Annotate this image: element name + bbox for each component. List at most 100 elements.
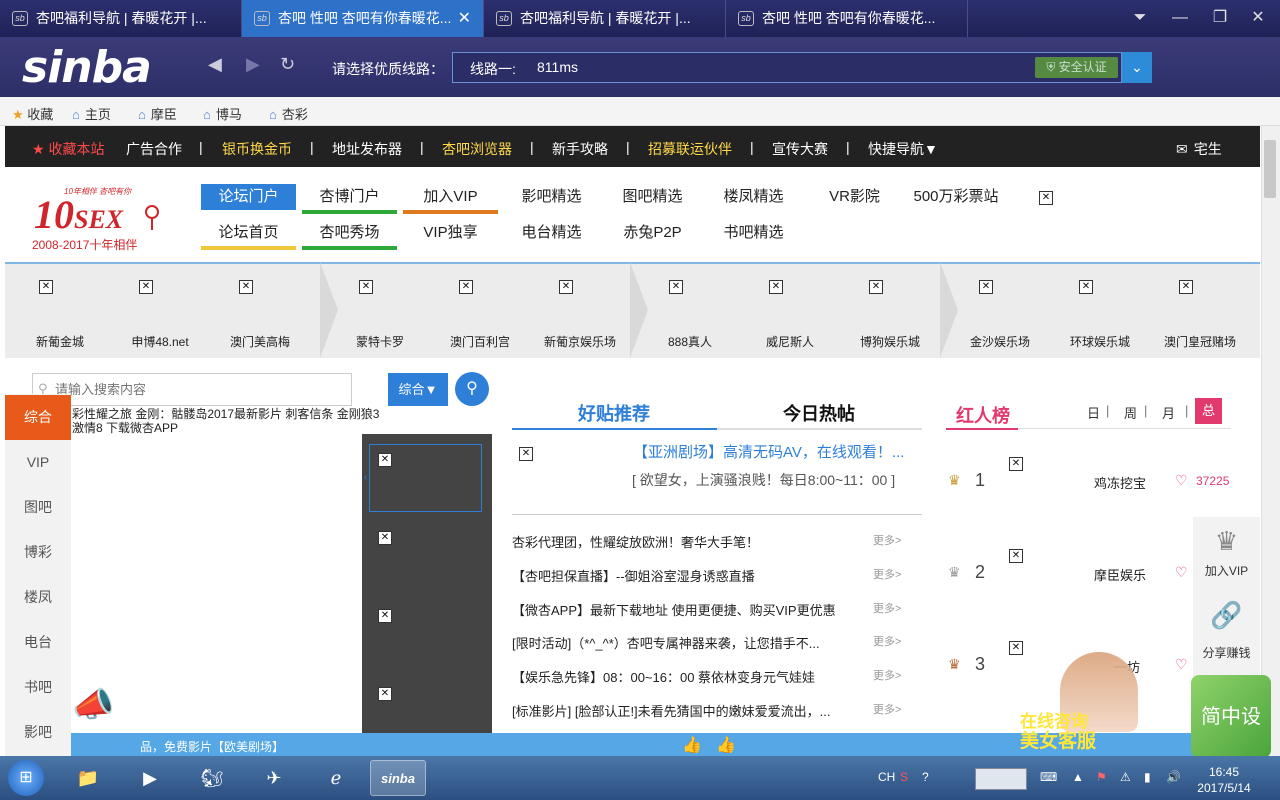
casino-link[interactable]: 威尼斯人 [740,333,840,350]
join-vip-float[interactable]: 加入VIP [1193,562,1260,579]
coin-exchange-link[interactable]: 银币换金币 [222,139,292,159]
heart-icon[interactable]: ♡ [1175,564,1188,581]
back-icon[interactable]: ◀ [208,54,222,75]
nav-book-picks[interactable]: 书吧精选 [706,220,801,246]
news-item[interactable]: [限时活动]（*^_^*）杏吧专属神器来袭，让您措手不... [512,633,862,652]
lang-indicator[interactable]: CH [878,770,895,784]
close-window-icon[interactable]: ✕ [1246,6,1270,30]
nav-vip-exclusive[interactable]: VIP独享 [403,220,498,246]
more-link[interactable]: 更多> [873,701,901,717]
rank-title[interactable]: 红人榜 [956,402,1010,428]
news-item[interactable]: 杏彩代理团，性耀绽放欧洲！奢华大手笔！ [512,532,862,551]
bookmark-site-link[interactable]: ★ 收藏本站 [32,139,104,159]
money-bag-icon[interactable]: 🔗 [1193,600,1260,631]
bookmark-boma[interactable]: ⌂ 博马 [203,104,242,123]
mail-app-icon[interactable]: ✈ [246,760,302,796]
forward-icon[interactable]: ▶ [246,54,260,75]
casino-link[interactable]: 蒙特卡罗 [330,333,430,350]
side-nav-movies[interactable]: 影吧 [5,710,71,755]
help-icon[interactable]: ? [922,770,929,784]
more-link[interactable]: 更多> [873,633,901,649]
casino-link[interactable]: 新葡京娱乐场 [530,333,630,350]
search-input[interactable] [32,373,352,406]
bookmark-mochen[interactable]: ⌂ 摩臣 [138,104,177,123]
side-nav-all[interactable]: 综合 [5,395,71,440]
side-nav-loufeng[interactable]: 楼凤 [5,575,71,620]
news-item[interactable]: [标准影片] [脸部认正!]未看先猜国中的嫩妹爱爱流出，... [512,701,862,720]
bookmark-xingcai[interactable]: ⌂ 杏彩 [269,104,308,123]
casino-link[interactable]: 新葡金城 [10,333,110,350]
more-link[interactable]: 更多> [873,600,901,616]
scrollbar-thumb[interactable] [1264,140,1276,198]
casino-link[interactable]: 博狗娱乐城 [840,333,940,350]
rank-name[interactable]: 摩臣娱乐 [1094,565,1146,584]
rank-period-week[interactable]: 周 [1124,403,1137,422]
hot-tags[interactable]: 彩性耀之旅 金刚：骷髅岛2017最新影片 刺客信条 金刚狼3 激情8 下载微杏A… [72,407,392,435]
casino-link[interactable]: 申博48.net [110,333,210,350]
nav-forum-portal[interactable]: 论坛门户 [201,184,296,210]
side-nav-radio[interactable]: 电台 [5,620,71,665]
ad-cooperation-link[interactable]: 广告合作 [126,139,182,159]
xingba-browser-link[interactable]: 杏吧浏览器 [442,139,512,159]
tray-input-box[interactable] [975,768,1027,790]
tray-expand-icon[interactable]: ▲ [1072,770,1084,784]
newbie-guide-link[interactable]: 新手攻略 [552,139,608,159]
nav-chitu-p2p[interactable]: 赤兔P2P [605,220,700,246]
casino-link[interactable]: 环球娱乐城 [1050,333,1150,350]
tab-close-icon[interactable]: ✕ [458,0,471,37]
bookmark-home[interactable]: ⌂ 主页 [72,104,111,123]
maximize-icon[interactable]: ❐ [1208,6,1232,30]
refresh-icon[interactable]: ↻ [280,54,295,75]
news-item[interactable]: 【微杏APP】最新下载地址 使用更便捷、购买VIP更优惠 [512,600,862,619]
news-item[interactable]: 【娱乐急先锋】08：00~16：00 蔡依林变身元气娃娃 [512,667,862,686]
browser-tab[interactable]: sb 杏吧福利导航 | 春暖花开 |... [484,0,726,37]
sinba-browser-task-icon[interactable]: sinba [370,760,426,796]
rank-name[interactable]: 鸡冻挖宝 [1094,473,1146,492]
network-icon[interactable]: ▮ [1144,770,1151,784]
ime-widget[interactable]: 简中设 [1191,675,1271,758]
address-publisher-link[interactable]: 地址发布器 [332,139,402,159]
user-link[interactable]: ✉ 宅生 [1176,139,1222,159]
thumbs-up-icon[interactable]: 👍 [682,735,702,755]
rank-period-month[interactable]: 月 [1162,403,1175,422]
side-nav-betting[interactable]: 博彩 [5,530,71,575]
marquee-text[interactable]: 品，免费影片【欧美剧场】 [140,738,284,755]
heart-icon[interactable]: ♡ [1175,472,1188,489]
tray-security-icon[interactable]: ⚠ [1120,770,1131,784]
search-icon[interactable]: ⚲ [455,372,489,406]
more-link[interactable]: 更多> [873,532,901,548]
heart-icon[interactable]: ♡ [1175,656,1188,673]
promo-contest-link[interactable]: 宣传大赛 [772,139,828,159]
nav-forum-home[interactable]: 论坛首页 [201,220,296,250]
internet-explorer-icon[interactable]: ℯ [308,760,364,796]
browser-tab[interactable]: sb 杏吧福利导航 | 春暖花开 |... [0,0,242,37]
rank-period-day[interactable]: 日 [1087,403,1100,422]
minimize-icon[interactable]: — [1168,6,1192,30]
uc-browser-icon[interactable]: 🐿 [184,760,240,796]
rank-period-all[interactable]: 总 [1195,398,1222,424]
side-nav-images[interactable]: 图吧 [5,485,71,530]
news-item[interactable]: 【杏吧担保直播】--御姐浴室湿身诱惑直播 [512,566,862,585]
side-nav-vip[interactable]: VIP [5,440,71,485]
side-nav-books[interactable]: 书吧 [5,665,71,710]
tab-list-icon[interactable]: ⏷ [1128,6,1152,30]
customer-service-ad[interactable]: 在线咨询 美女客服 [1020,712,1096,752]
bookmark-favorites[interactable]: ★ 收藏 [12,104,53,123]
casino-link[interactable]: 金沙娱乐场 [950,333,1050,350]
secure-badge[interactable]: ⛨ 安全认证 [1035,57,1118,78]
casino-link[interactable]: 888真人 [640,333,740,350]
sogou-icon[interactable]: S [900,770,908,784]
slider-left-icon[interactable]: ‹ [364,472,367,483]
keyboard-icon[interactable]: ⌨ [1040,770,1057,784]
file-explorer-icon[interactable]: 📁 [60,760,116,796]
page-scrollbar[interactable] [1261,126,1280,756]
casino-link[interactable]: 澳门百利宫 [430,333,530,350]
more-link[interactable]: 更多> [873,667,901,683]
nav-radio-picks[interactable]: 电台精选 [504,220,599,246]
nav-join-vip[interactable]: 加入VIP [403,184,498,214]
tray-flag-icon[interactable]: ⚑ [1096,770,1107,784]
crown-icon[interactable]: ♛ [1193,526,1260,557]
tab-recommended-posts[interactable]: 好贴推荐 [578,400,650,426]
browser-tab[interactable]: sb 杏吧 性吧 杏吧有你春暖花... [726,0,968,37]
casino-link[interactable]: 澳门美高梅 [210,333,310,350]
